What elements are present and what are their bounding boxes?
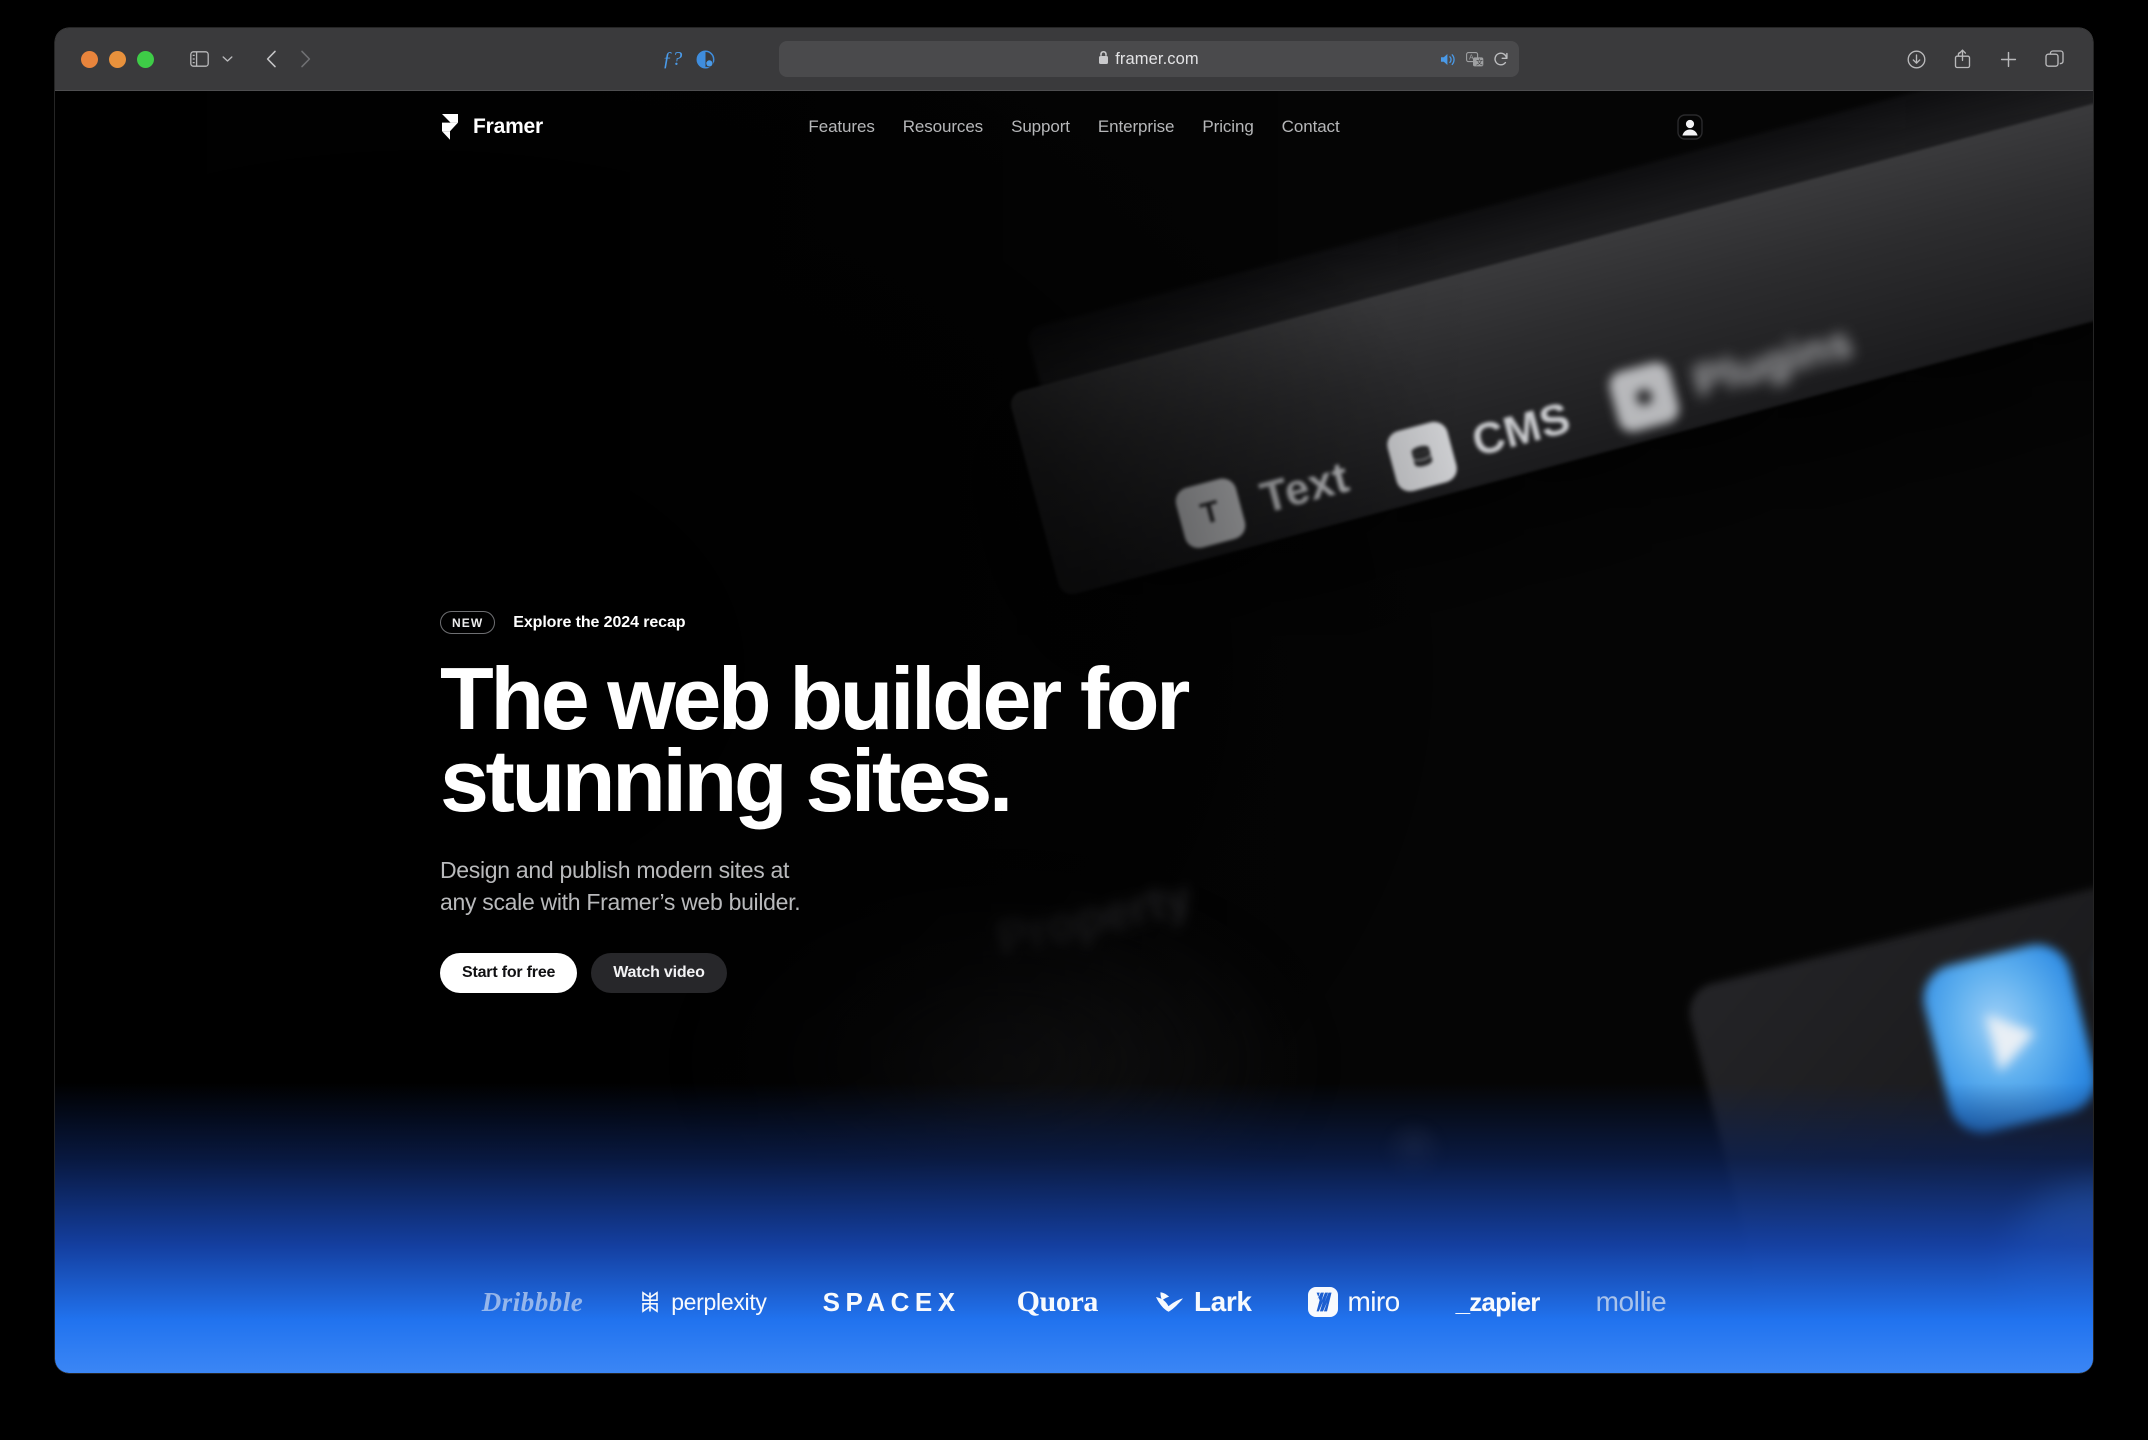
page-viewport: T Text CMS Plugins Property Framer Featu… [55, 91, 2093, 1373]
svg-text:文: 文 [1476, 57, 1483, 66]
hero-title-line-2: stunning sites. [440, 730, 1013, 830]
close-window-button[interactable] [81, 50, 98, 68]
speaker-icon[interactable] [1440, 52, 1457, 67]
play-icon [1985, 1003, 2043, 1073]
nav-item-resources[interactable]: Resources [903, 117, 983, 137]
photo-chip-text-label: Text [1255, 452, 1355, 523]
customer-logo-row: Dribbble perplexity SPACEX Quora Lark mi… [55, 1285, 2093, 1319]
logo-spacex-label: SPACEX [822, 1286, 961, 1317]
nav-item-enterprise[interactable]: Enterprise [1098, 117, 1175, 137]
reload-icon[interactable] [1493, 51, 1509, 67]
browser-toolbar: ƒ? framer.com A 文 [55, 28, 2093, 91]
nav-item-features[interactable]: Features [808, 117, 874, 137]
logo-spacex: SPACEX [823, 1287, 961, 1318]
hero-subtitle-line-2: any scale with Framer’s web builder. [440, 889, 801, 916]
privacy-report-icon[interactable] [688, 42, 722, 76]
logo-mollie: mollie [1596, 1286, 1667, 1318]
page-title: The web builder for stunning sites. [440, 655, 1260, 825]
account-avatar-icon[interactable] [1673, 110, 1707, 144]
plugins-icon [1605, 359, 1682, 436]
new-badge: NEW [440, 611, 496, 634]
logo-quora-label: Quora [1016, 1285, 1099, 1318]
plus-icon[interactable] [1991, 42, 2025, 76]
logo-miro-label: miro [1347, 1286, 1401, 1317]
forward-button[interactable] [288, 42, 322, 76]
photo-chip-plugins-label: Plugins [1688, 317, 1859, 407]
toolbar-right-actions [1899, 42, 2071, 76]
logo-quora: Quora [1016, 1285, 1099, 1319]
translate-icon[interactable]: A 文 [1465, 51, 1484, 67]
brand-logo-link[interactable]: Framer [439, 114, 543, 140]
logo-lark: Lark [1154, 1286, 1252, 1318]
logo-dribbble: Dribbble [482, 1287, 584, 1318]
primary-nav: Features Resources Support Enterprise Pr… [808, 117, 1339, 137]
logo-zapier-label: _zapier [1455, 1286, 1541, 1317]
photo-chip-text: T Text [1172, 447, 1356, 552]
lark-mark-icon [1154, 1290, 1184, 1314]
text-tool-icon: T [1172, 475, 1249, 552]
logo-mollie-label: mollie [1595, 1286, 1667, 1317]
chevron-down-icon[interactable] [216, 42, 238, 76]
logo-dribbble-label: Dribbble [481, 1286, 584, 1317]
photo-chip-cms: CMS [1384, 387, 1577, 495]
hero-section: NEW Explore the 2024 recap The web build… [440, 611, 1260, 993]
miro-mark-icon [1307, 1287, 1338, 1317]
nav-item-support[interactable]: Support [1011, 117, 1070, 137]
site-header: Framer Features Resources Support Enterp… [55, 91, 2093, 163]
nav-item-contact[interactable]: Contact [1282, 117, 1340, 137]
blue-gradient-band [55, 1083, 2093, 1373]
logo-miro: miro [1307, 1286, 1401, 1318]
window-controls [81, 50, 154, 68]
url-text: framer.com [1115, 49, 1199, 68]
font-size-icon[interactable]: ƒ? [662, 48, 682, 71]
sidebar-icon[interactable] [182, 42, 216, 76]
tab-overview-icon[interactable] [2037, 42, 2071, 76]
hero-announcement-link[interactable]: NEW Explore the 2024 recap [440, 611, 1260, 634]
framer-logo-icon [439, 114, 461, 140]
share-icon[interactable] [1945, 42, 1979, 76]
logo-perplexity: perplexity [639, 1288, 767, 1316]
start-for-free-button[interactable]: Start for free [440, 952, 578, 993]
perplexity-mark-icon [639, 1291, 661, 1313]
hero-announcement-text: Explore the 2024 recap [513, 613, 686, 631]
logo-perplexity-label: perplexity [671, 1288, 767, 1315]
maximize-window-button[interactable] [137, 50, 154, 68]
watch-video-button[interactable]: Watch video [591, 952, 727, 993]
hero-cta-group: Start for free Watch video [440, 952, 1260, 993]
logo-zapier: _zapier [1455, 1286, 1541, 1318]
download-icon[interactable] [1899, 42, 1933, 76]
hero-subtitle: Design and publish modern sites at any s… [440, 854, 1260, 919]
hero-subtitle-line-1: Design and publish modern sites at [440, 856, 790, 883]
brand-name: Framer [473, 115, 544, 138]
address-bar[interactable]: framer.com A 文 [778, 41, 1519, 77]
cms-database-icon [1384, 418, 1461, 495]
minimize-window-button[interactable] [109, 50, 126, 68]
back-button[interactable] [254, 42, 288, 76]
nav-item-pricing[interactable]: Pricing [1202, 117, 1253, 137]
lock-icon [1098, 51, 1109, 67]
photo-chip-cms-label: CMS [1466, 393, 1576, 467]
browser-window: ƒ? framer.com A 文 T Text CMS Plugins Pro… [55, 28, 2093, 1373]
logo-lark-label: Lark [1193, 1286, 1252, 1317]
